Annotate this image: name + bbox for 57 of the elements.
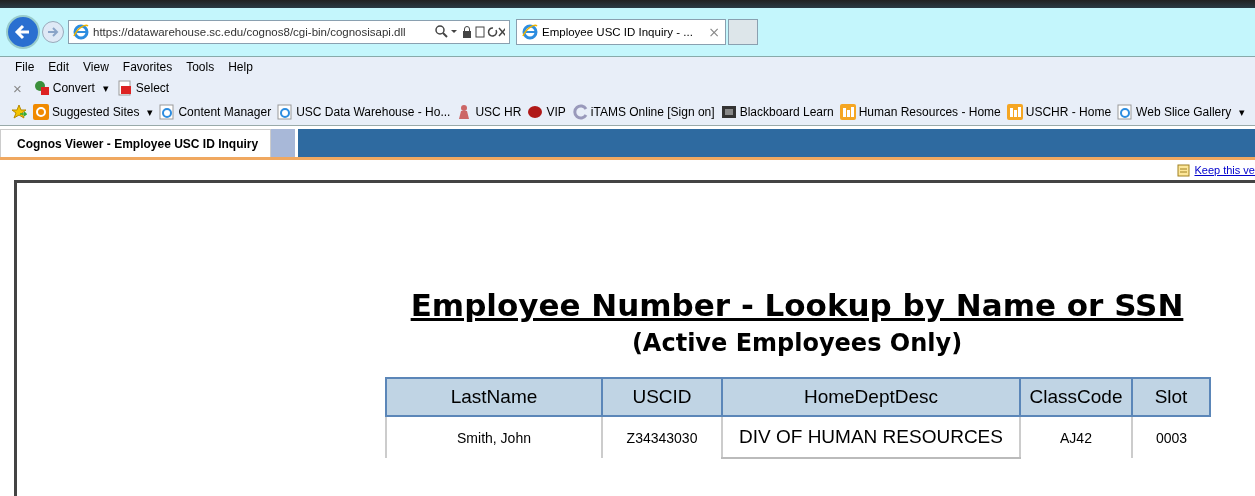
favorites-star-icon[interactable] (11, 104, 27, 120)
address-tools-icon[interactable] (435, 25, 505, 39)
ie-icon (73, 24, 89, 40)
page-icon (1117, 104, 1134, 120)
column-header: ClassCode (1020, 378, 1132, 416)
menu-item[interactable]: File (15, 60, 35, 74)
favorite-link[interactable]: USCHR - Home (1006, 104, 1112, 120)
table-cell: Z34343030 (602, 416, 722, 458)
table-cell: DIV OF HUMAN RESOURCES (722, 416, 1020, 458)
forward-button[interactable] (42, 21, 64, 43)
favorite-link[interactable]: USC Data Warehouse - Ho... (277, 104, 451, 120)
close-tab-button[interactable]: × (708, 24, 720, 40)
menu-item[interactable]: View (83, 60, 109, 74)
table-cell: Smith, John (386, 416, 602, 458)
page-icon (159, 104, 176, 120)
column-header: USCID (602, 378, 722, 416)
new-tab-button[interactable] (728, 19, 758, 45)
tab-spacer (271, 129, 296, 157)
tab-title: Employee USC ID Inquiry - ... (542, 26, 694, 38)
table-cell: 0003 (1132, 416, 1210, 458)
menu-item[interactable]: Tools (186, 60, 215, 74)
menu-item[interactable]: Help (228, 60, 253, 74)
report-title: Employee Number - Lookup by Name or SSN (409, 287, 1185, 323)
command-button[interactable]: Select (116, 80, 170, 96)
keep-version-link[interactable]: Keep this ve (1194, 164, 1255, 176)
favorite-link[interactable]: Web Slice Gallery ▾ (1117, 104, 1246, 120)
favorite-link[interactable]: VIP (527, 104, 566, 120)
column-header: LastName (386, 378, 602, 416)
page-icon (277, 104, 294, 120)
oval-icon (527, 104, 544, 120)
arc-icon (571, 104, 588, 120)
ie-icon (522, 24, 538, 40)
forward-arrow-icon (46, 25, 60, 39)
favorite-link[interactable]: Content Manager (159, 104, 272, 120)
bar-chart-icon (1006, 104, 1023, 120)
column-header: Slot (1132, 378, 1210, 416)
document-icon (1177, 163, 1192, 177)
bar-chart-icon (839, 104, 856, 120)
board-icon (720, 104, 737, 120)
table-cell: AJ42 (1020, 416, 1132, 458)
globe-document-icon (33, 80, 50, 96)
menu-item[interactable]: Edit (48, 60, 70, 74)
ring-icon (33, 104, 49, 120)
report-subtitle: (Active Employees Only) (630, 329, 964, 357)
favorite-link[interactable]: Blackboard Learn (720, 104, 834, 120)
favorite-link[interactable]: USC HR (456, 104, 522, 120)
back-button[interactable] (6, 15, 40, 49)
menu-item[interactable]: Favorites (122, 60, 173, 74)
favorite-link[interactable]: Suggested Sites ▾ (33, 104, 154, 120)
address-field[interactable]: https://datawarehouse.sc.edu/cognos8/cgi-bin/cognosisapi.dll (68, 20, 510, 44)
favorite-link[interactable]: iTAMS Online [Sign on] (571, 104, 715, 120)
column-header: HomeDeptDesc (722, 378, 1020, 416)
document-icon (116, 80, 133, 96)
browser-tab[interactable]: Employee USC ID Inquiry - ... × (516, 19, 726, 45)
command-button[interactable]: Convert ▾ (33, 80, 109, 96)
viewer-tab[interactable]: Cognos Viewer - Employee USC ID Inquiry (0, 129, 272, 157)
favorite-link[interactable]: Human Resources - Home (839, 104, 1001, 120)
